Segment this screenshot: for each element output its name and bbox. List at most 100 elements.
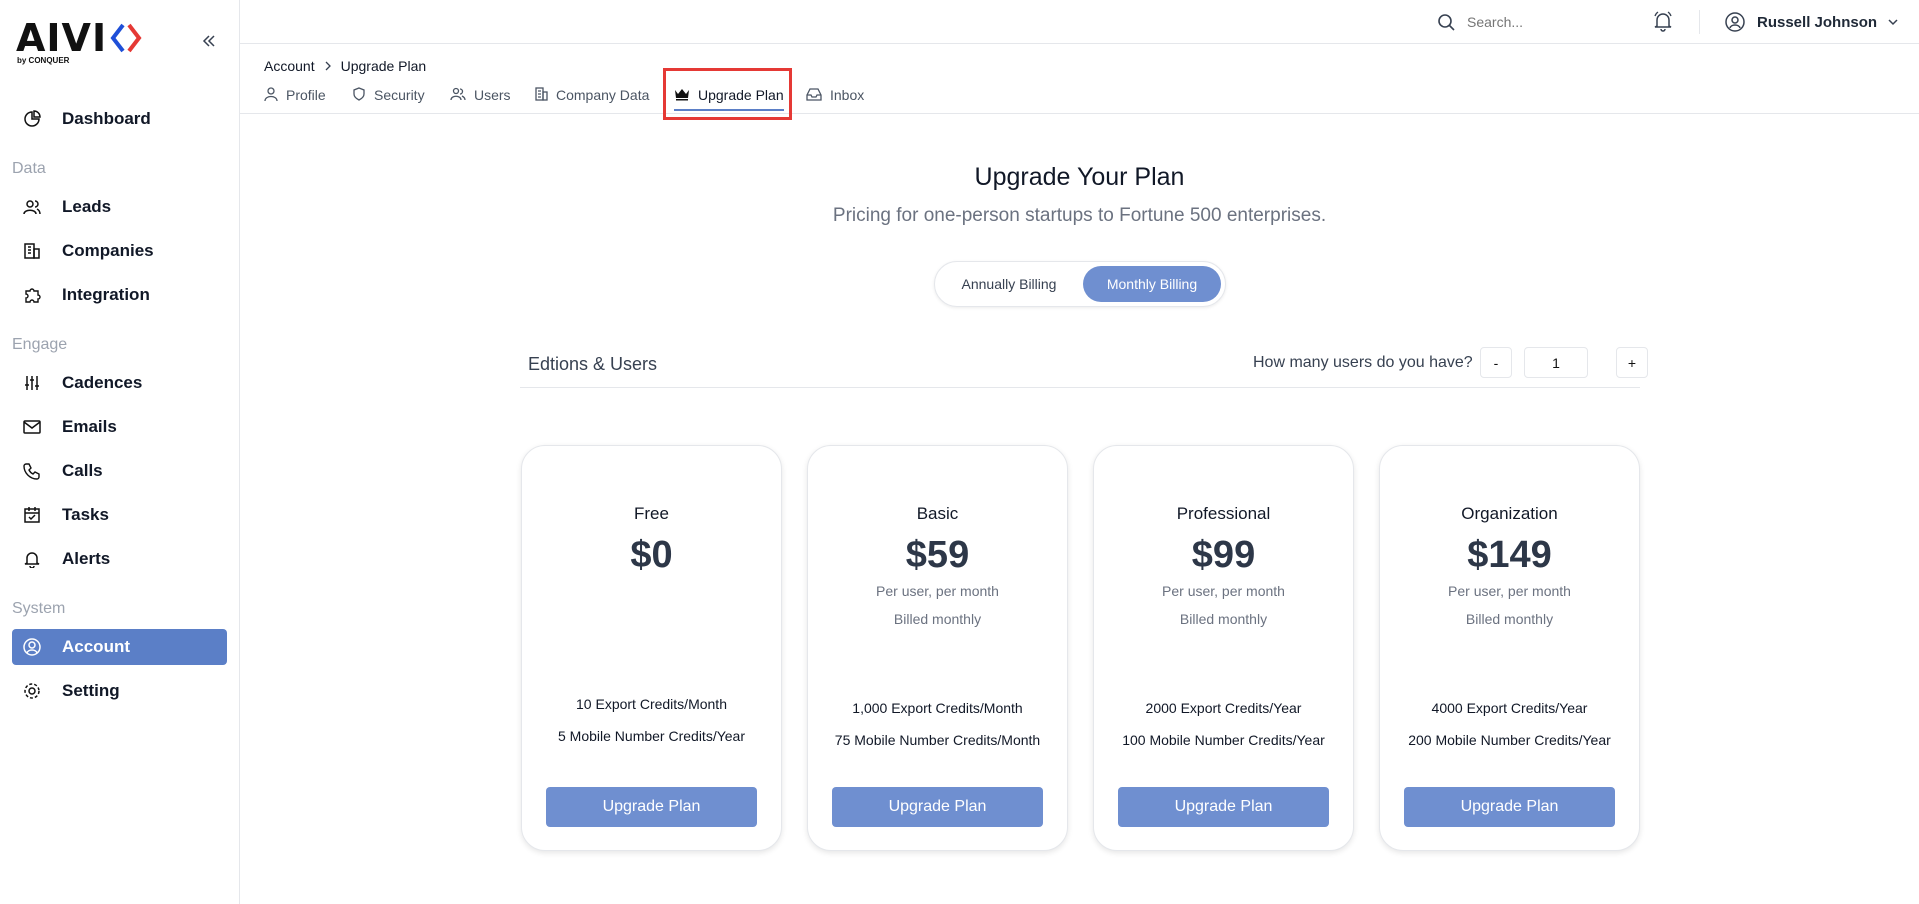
sidebar-item-alerts[interactable]: Alerts bbox=[12, 541, 227, 577]
tab-label: Inbox bbox=[830, 87, 865, 103]
plan-feature: 100 Mobile Number Credits/Year bbox=[1122, 732, 1325, 748]
increase-users-button[interactable]: + bbox=[1616, 347, 1648, 378]
logo-text: AIVI bbox=[16, 16, 108, 60]
sidebar-item-emails[interactable]: Emails bbox=[12, 409, 227, 445]
user-circle-icon bbox=[22, 637, 42, 657]
tab-label: Security bbox=[374, 87, 425, 103]
chevrons-left-icon bbox=[202, 35, 215, 47]
sidebar-item-setting[interactable]: Setting bbox=[12, 673, 227, 709]
phone-icon bbox=[22, 461, 42, 481]
plan-name: Basic bbox=[916, 504, 959, 523]
sidebar-item-tasks[interactable]: Tasks bbox=[12, 497, 227, 533]
puzzle-icon bbox=[22, 285, 42, 305]
sidebar-item-label: Leads bbox=[62, 197, 112, 216]
logo-mark-icon bbox=[110, 23, 142, 53]
sliders-icon bbox=[22, 373, 42, 393]
building-icon bbox=[22, 241, 42, 261]
user-name: Russell Johnson bbox=[1757, 13, 1878, 31]
tab-inbox[interactable]: Inbox bbox=[806, 84, 864, 114]
pie-chart-icon bbox=[22, 109, 42, 129]
plan-card-free: Free $0 10 Export Credits/Month 5 Mobile… bbox=[521, 445, 782, 851]
section-label-system: System bbox=[12, 600, 66, 617]
sidebar-item-calls[interactable]: Calls bbox=[12, 453, 227, 489]
sidebar-item-label: Calls bbox=[62, 461, 103, 480]
upgrade-plan-button[interactable]: Upgrade Plan bbox=[1118, 787, 1329, 827]
plan-feature: 75 Mobile Number Credits/Month bbox=[834, 732, 1041, 748]
calendar-check-icon bbox=[22, 505, 42, 525]
tab-profile[interactable]: Profile bbox=[264, 84, 326, 114]
plan-billed: Billed monthly bbox=[1465, 611, 1554, 627]
user-circle-icon bbox=[1725, 12, 1745, 32]
editions-users-row: Edtions & Users How many users do you ha… bbox=[520, 346, 1648, 388]
gear-icon bbox=[22, 681, 42, 701]
logo-subtitle: by CONQUER bbox=[17, 56, 70, 65]
bell-icon bbox=[1654, 11, 1672, 32]
page-subtitle: Pricing for one-person startups to Fortu… bbox=[832, 205, 1327, 226]
plan-name: Free bbox=[634, 504, 669, 523]
search-input[interactable] bbox=[1467, 14, 1607, 30]
tab-users[interactable]: Users bbox=[450, 84, 511, 114]
plan-feature: 2000 Export Credits/Year bbox=[1145, 700, 1302, 716]
sidebar-item-account[interactable]: Account bbox=[12, 629, 227, 665]
sidebar-item-companies[interactable]: Companies bbox=[12, 233, 227, 269]
tab-security[interactable]: Security bbox=[352, 84, 425, 114]
sidebar-item-label: Tasks bbox=[62, 505, 109, 524]
plan-card-professional: Professional $99 Per user, per month Bil… bbox=[1093, 445, 1354, 851]
inbox-icon bbox=[806, 87, 822, 101]
decrease-users-button[interactable]: - bbox=[1480, 347, 1512, 378]
users-icon bbox=[450, 87, 466, 101]
search-box[interactable] bbox=[1437, 10, 1617, 34]
collapse-sidebar-button[interactable] bbox=[202, 34, 216, 48]
plan-feature: 200 Mobile Number Credits/Year bbox=[1408, 732, 1611, 748]
users-count-input[interactable] bbox=[1524, 347, 1588, 378]
aivi-logo[interactable]: AIVI by CONQUER bbox=[16, 18, 146, 68]
sidebar-item-label: Alerts bbox=[62, 549, 111, 568]
plan-per-user: Per user, per month bbox=[1448, 583, 1571, 599]
tab-company-data[interactable]: Company Data bbox=[534, 84, 649, 114]
sidebar-item-leads[interactable]: Leads bbox=[12, 189, 227, 225]
breadcrumb-account[interactable]: Account bbox=[264, 58, 315, 74]
plan-per-user: Per user, per month bbox=[876, 583, 999, 599]
plan-billed: Billed monthly bbox=[1179, 611, 1268, 627]
plan-feature: 1,000 Export Credits/Month bbox=[852, 700, 1023, 716]
tab-label: Profile bbox=[286, 87, 326, 103]
account-tabs: Profile Security Users Company Data Upgr… bbox=[240, 84, 1919, 114]
plan-feature: 4000 Export Credits/Year bbox=[1431, 700, 1588, 716]
annual-billing-option[interactable]: Annually Billing bbox=[939, 266, 1079, 302]
sidebar-item-label: Cadences bbox=[62, 373, 143, 392]
chevron-right-icon bbox=[323, 61, 333, 71]
plan-per-user: Per user, per month bbox=[1162, 583, 1285, 599]
plan-name: Organization bbox=[1461, 504, 1558, 523]
upgrade-plan-button[interactable]: Upgrade Plan bbox=[1404, 787, 1615, 827]
shield-icon bbox=[352, 87, 366, 101]
tab-upgrade-plan[interactable]: Upgrade Plan bbox=[674, 84, 784, 114]
upgrade-plan-button[interactable]: Upgrade Plan bbox=[832, 787, 1043, 827]
breadcrumb-current: Upgrade Plan bbox=[340, 58, 427, 74]
header-divider bbox=[1699, 10, 1700, 34]
sidebar-item-dashboard[interactable]: Dashboard bbox=[12, 101, 227, 137]
sidebar-item-label: Emails bbox=[62, 417, 117, 436]
sidebar-item-integration[interactable]: Integration bbox=[12, 277, 227, 313]
users-question: How many users do you have? bbox=[1253, 354, 1473, 371]
tab-label: Users bbox=[474, 87, 511, 103]
plan-price: $0 bbox=[630, 534, 673, 576]
tab-label: Company Data bbox=[556, 87, 650, 103]
tab-label: Upgrade Plan bbox=[698, 87, 784, 103]
bell-icon bbox=[22, 549, 42, 569]
user-menu[interactable]: Russell Johnson bbox=[1725, 10, 1899, 34]
sidebar-item-label: Account bbox=[62, 637, 130, 656]
section-label-data: Data bbox=[12, 160, 46, 177]
monthly-billing-option[interactable]: Monthly Billing bbox=[1083, 266, 1221, 302]
upgrade-plan-button[interactable]: Upgrade Plan bbox=[546, 787, 757, 827]
plan-card-basic: Basic $59 Per user, per month Billed mon… bbox=[807, 445, 1068, 851]
plan-price: $59 bbox=[905, 534, 970, 576]
editions-label: Edtions & Users bbox=[528, 354, 658, 374]
plan-name: Professional bbox=[1176, 504, 1271, 523]
building-icon bbox=[534, 87, 548, 101]
plan-feature: 10 Export Credits/Month bbox=[576, 696, 727, 712]
plan-price: $149 bbox=[1467, 534, 1552, 576]
page-title: Upgrade Your Plan bbox=[974, 163, 1185, 191]
sidebar-item-cadences[interactable]: Cadences bbox=[12, 365, 227, 401]
notifications-button[interactable] bbox=[1652, 10, 1674, 32]
crown-icon bbox=[674, 87, 690, 101]
